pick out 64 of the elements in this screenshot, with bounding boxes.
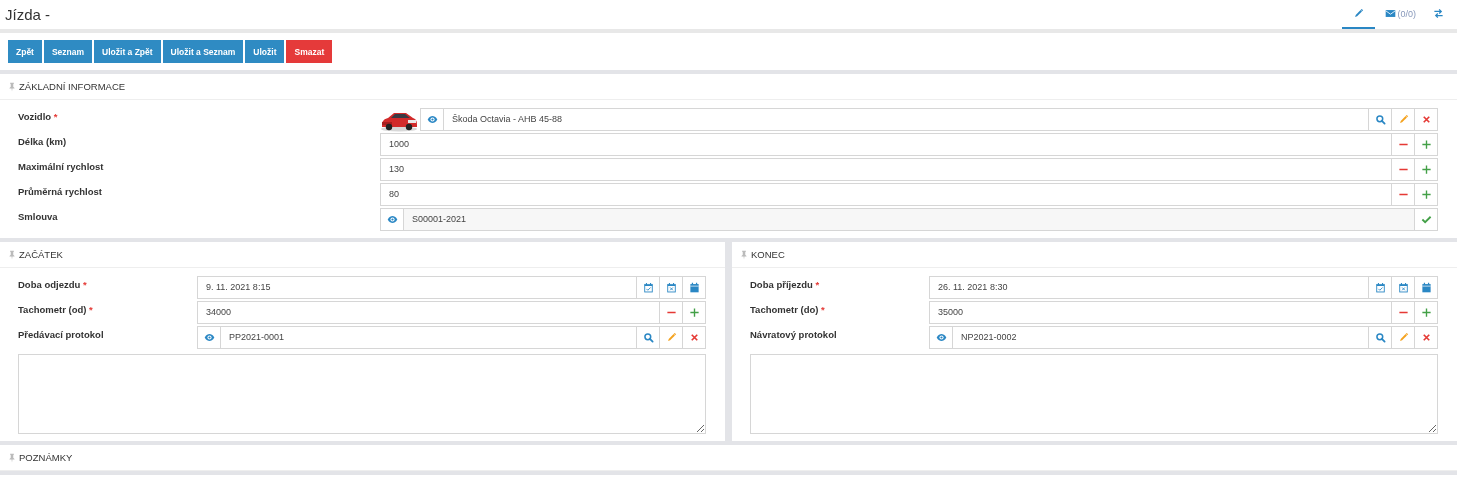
- pencil-icon: [1397, 113, 1409, 125]
- pin-icon: [739, 249, 749, 260]
- input-field[interactable]: 9. 11. 2021 8:15: [197, 275, 706, 299]
- clear-icon: [1420, 113, 1432, 125]
- pencil-icon: [665, 331, 677, 343]
- field-label: Tachometr (do) *: [750, 303, 826, 315]
- plus-icon: [1420, 138, 1432, 150]
- field-label: Délka (km): [18, 135, 68, 147]
- section-title: ZÁKLADNÍ INFORMACE: [19, 81, 126, 92]
- input-field[interactable]: S00001-2021: [380, 207, 1438, 231]
- calendar-check-icon: [642, 281, 654, 293]
- input-field[interactable]: 80: [380, 182, 1438, 206]
- calendar-cross-icon: [665, 281, 677, 293]
- field-label: Průměrná rychlost: [18, 185, 103, 197]
- plus-icon: [688, 306, 700, 318]
- eye-icon: [386, 213, 398, 225]
- swap-icon: [1433, 8, 1444, 19]
- action-button[interactable]: Seznam: [43, 40, 93, 63]
- clear-icon: [688, 331, 700, 343]
- plus-icon: [1420, 306, 1432, 318]
- input-field[interactable]: 34000: [197, 300, 706, 324]
- field-label: Doba příjezdu *: [750, 278, 821, 290]
- action-button[interactable]: Uložit a Seznam: [162, 40, 244, 63]
- clear-icon: [1420, 331, 1432, 343]
- input-field[interactable]: 1000: [380, 132, 1438, 156]
- delete-button[interactable]: Smazat: [286, 40, 333, 63]
- field-label: Maximální rychlost: [18, 160, 105, 172]
- field-label: Návratový protokol: [750, 328, 838, 340]
- mail-icon: [1385, 8, 1397, 19]
- pin-icon: [7, 249, 17, 260]
- field-label: Smlouva: [18, 210, 59, 222]
- input-field[interactable]: 130: [380, 157, 1438, 181]
- field-label: Tachometr (od) *: [18, 303, 94, 315]
- field-label: Doba odjezdu *: [18, 278, 88, 290]
- pin-icon: [7, 452, 17, 463]
- calendar-icon: [688, 281, 700, 293]
- plus-icon: [1420, 163, 1432, 175]
- section-title: ZAČÁTEK: [19, 249, 63, 260]
- input-field[interactable]: Škoda Octavia - AHB 45-88: [420, 107, 1438, 131]
- search-icon: [1374, 331, 1386, 343]
- calendar-icon: [1420, 281, 1432, 293]
- field-label: Vozidlo *: [18, 110, 59, 122]
- page-title: Jízda -: [5, 6, 51, 23]
- eye-icon: [935, 331, 947, 343]
- search-icon: [642, 331, 654, 343]
- calendar-check-icon: [1374, 281, 1386, 293]
- section-title: POZNÁMKY: [19, 452, 73, 463]
- field-label: Předávací protokol: [18, 328, 105, 340]
- calendar-cross-icon: [1397, 281, 1409, 293]
- action-button[interactable]: Uložit: [245, 40, 285, 63]
- plus-icon: [1420, 188, 1432, 200]
- search-icon: [1374, 113, 1386, 125]
- eye-icon: [203, 331, 215, 343]
- input-field[interactable]: PP2021-0001: [197, 325, 706, 349]
- action-button[interactable]: Uložit a Zpět: [94, 40, 161, 63]
- eye-icon: [426, 113, 438, 125]
- input-field[interactable]: 35000: [929, 300, 1438, 324]
- pin-icon: [7, 81, 17, 92]
- pencil-icon: [1397, 331, 1409, 343]
- action-button[interactable]: Zpět: [8, 40, 42, 63]
- input-field[interactable]: 26. 11. 2021 8:30: [929, 275, 1438, 299]
- input-field[interactable]: NP2021-0002: [929, 325, 1438, 349]
- section-title: KONEC: [751, 249, 785, 260]
- pencil-icon: [1353, 8, 1365, 19]
